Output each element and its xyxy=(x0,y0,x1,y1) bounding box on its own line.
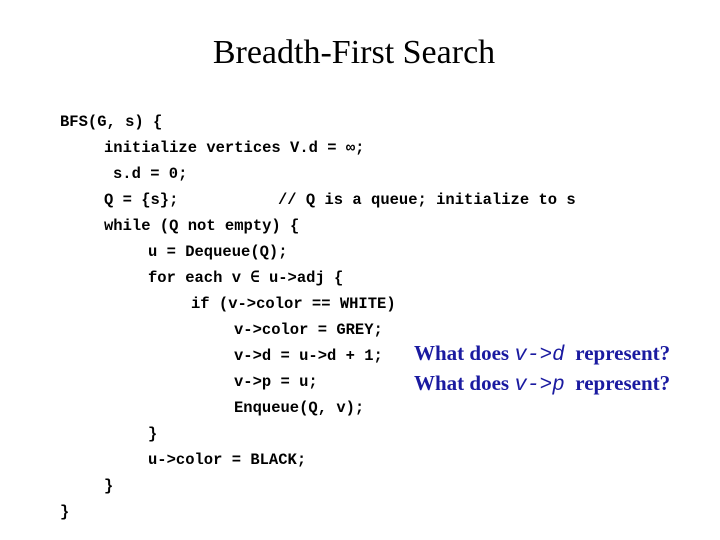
code-line-dequeue: u = Dequeue(Q); xyxy=(148,243,288,261)
code-line-enqueue: Enqueue(Q, v); xyxy=(234,399,365,417)
question-text: represent? xyxy=(564,341,671,365)
code-line-foreach: for each v ∈ u->adj { xyxy=(148,269,344,287)
question-code: v->d xyxy=(514,344,565,367)
code-line-while: while (Q not empty) { xyxy=(104,217,300,235)
question-text: represent? xyxy=(564,371,671,395)
code-line-grey: v->color = GREY; xyxy=(234,321,383,339)
code-line-q: Q = {s}; xyxy=(104,191,179,209)
code-line-bfs: BFS(G, s) { xyxy=(60,113,163,131)
question-vp: What does v->p represent? xyxy=(414,371,670,397)
code-line-if: if (v->color == WHITE) xyxy=(191,295,396,313)
slide-title: Breadth-First Search xyxy=(212,34,496,71)
code-line-close-for: } xyxy=(148,425,158,443)
code-line-vp: v->p = u; xyxy=(234,373,318,391)
code-line-close-bfs: } xyxy=(60,503,70,521)
question-text: What does xyxy=(414,341,515,365)
code-line-black: u->color = BLACK; xyxy=(148,451,307,469)
question-vd: What does v->d represent? xyxy=(414,341,670,367)
code-comment-queue: // Q is a queue; initialize to s xyxy=(278,191,576,209)
code-line-vd: v->d = u->d + 1; xyxy=(234,347,383,365)
question-code: v->p xyxy=(514,374,565,397)
question-text: What does xyxy=(414,371,515,395)
code-line-close-while: } xyxy=(104,477,114,495)
code-line-sd: s.d = 0; xyxy=(113,165,188,183)
code-line-init: initialize vertices V.d = ∞; xyxy=(104,139,365,157)
